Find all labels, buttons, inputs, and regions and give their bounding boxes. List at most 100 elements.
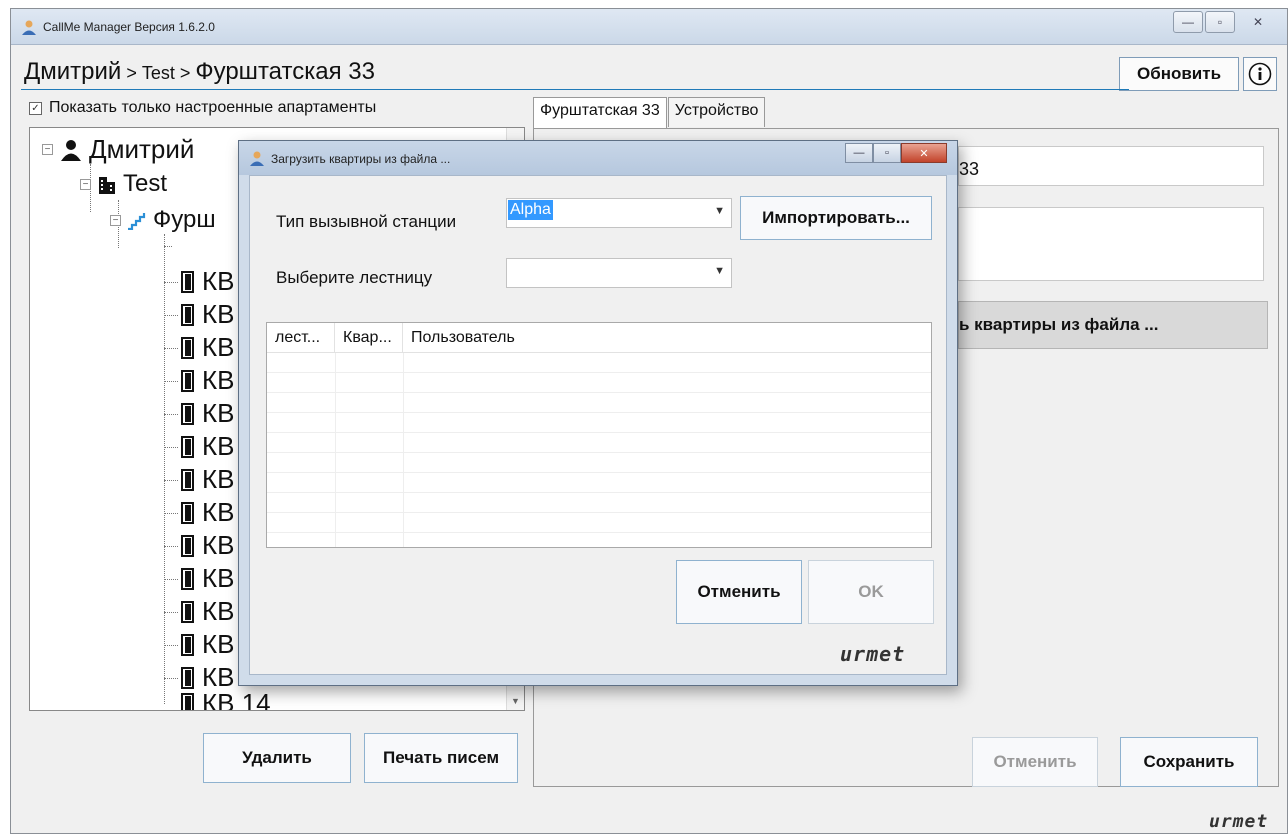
tree-node-label: КВ — [202, 497, 235, 527]
urmet-logo: urmet — [1209, 811, 1269, 832]
table-row — [267, 513, 931, 533]
maximize-button[interactable]: ▫ — [1205, 11, 1235, 33]
tree-node-apartment[interactable]: КВ — [180, 596, 235, 627]
tree-node-label: КВ — [202, 431, 235, 461]
tree-node-label: Test — [123, 170, 168, 197]
dialog-ok-button[interactable]: OK — [808, 560, 934, 624]
tab-staircase[interactable]: Фурштатская 33 — [533, 97, 667, 129]
print-letters-button[interactable]: Печать писем — [364, 733, 518, 783]
dialog-close-button[interactable]: ✕ — [901, 143, 947, 163]
staircase-description-field[interactable] — [958, 207, 1264, 281]
table-row — [267, 393, 931, 413]
refresh-button[interactable]: Обновить — [1119, 57, 1239, 91]
staircase-name-field[interactable]: 33 — [958, 146, 1264, 186]
tree-node-apartment[interactable]: КВ — [180, 398, 235, 429]
tree-node-label: КВ — [202, 332, 235, 362]
collapse-icon[interactable]: − — [42, 144, 53, 155]
door-icon — [181, 468, 194, 491]
column-header-user[interactable]: Пользователь — [403, 323, 931, 352]
column-header-apartment[interactable]: Квар... — [335, 323, 403, 352]
save-button[interactable]: Сохранить — [1120, 737, 1258, 787]
info-button[interactable] — [1243, 57, 1277, 91]
tree-node-apartment[interactable]: КВ — [180, 332, 235, 363]
show-configured-only-checkbox[interactable]: ✓ Показать только настроенные апартамент… — [29, 99, 376, 117]
tree-node-apartment[interactable]: КВ — [180, 431, 235, 462]
station-type-value: Alpha — [508, 200, 553, 220]
tree-node-label: Фурш — [153, 206, 216, 233]
tree-node-apartment[interactable]: КВ — [180, 464, 235, 495]
tree-node-apartment[interactable]: КВ — [180, 563, 235, 594]
table-row — [267, 373, 931, 393]
title-bar[interactable]: CallMe Manager Версия 1.6.2.0 — ▫ ✕ — [11, 9, 1287, 45]
breadcrumb-separator: > — [121, 63, 142, 83]
apartments-grid[interactable]: лест... Квар... Пользователь — [266, 322, 932, 548]
door-icon — [181, 600, 194, 623]
dialog-maximize-button[interactable]: ▫ — [873, 143, 901, 163]
close-button[interactable]: ✕ — [1237, 11, 1279, 33]
dialog-title-bar[interactable]: Загрузить квартиры из файла ... — ▫ ✕ — [239, 141, 957, 175]
door-icon — [181, 369, 194, 392]
door-icon — [181, 270, 194, 293]
door-icon — [181, 336, 194, 359]
dropdown-arrow-icon[interactable]: ▼ — [714, 205, 725, 217]
table-row — [267, 473, 931, 493]
import-dialog: Загрузить квартиры из файла ... — ▫ ✕ Ти… — [238, 140, 958, 686]
tab-device[interactable]: Устройство — [667, 97, 766, 127]
checkbox-checked-icon[interactable]: ✓ — [29, 101, 42, 115]
cancel-button[interactable]: Отменить — [972, 737, 1098, 787]
staircase-icon — [128, 213, 146, 230]
tree-node-label: КВ — [202, 530, 235, 560]
tree-node-user[interactable]: − Дмитрий — [42, 134, 194, 165]
tree-node-apartment[interactable]: КВ — [180, 266, 235, 297]
tree-node-apartment[interactable]: КВ 14 — [180, 688, 271, 711]
table-row — [267, 433, 931, 453]
door-icon — [181, 534, 194, 557]
door-icon — [181, 501, 194, 524]
staircase-select[interactable]: ▼ — [506, 258, 732, 288]
app-user-icon — [22, 20, 36, 35]
app-user-icon — [250, 151, 264, 166]
tree-node-label: КВ — [202, 266, 235, 296]
dialog-minimize-button[interactable]: — — [845, 143, 873, 163]
tree-node-apartment[interactable]: КВ — [180, 530, 235, 561]
tree-node-label: КВ 14 — [202, 688, 271, 711]
scroll-down-icon[interactable]: ▼ — [507, 692, 524, 710]
dialog-cancel-button[interactable]: Отменить — [676, 560, 802, 624]
dropdown-arrow-icon[interactable]: ▼ — [714, 265, 725, 277]
tree-node-staircase[interactable]: − Фурш — [110, 206, 216, 234]
tree-node-label: КВ — [202, 563, 235, 593]
table-row — [267, 493, 931, 513]
urmet-logo: urmet — [840, 642, 906, 666]
door-icon — [181, 402, 194, 425]
tree-node-apartment[interactable]: КВ — [180, 299, 235, 330]
station-type-select[interactable]: Alpha ▼ — [506, 198, 732, 228]
window-title: CallMe Manager Версия 1.6.2.0 — [43, 20, 215, 34]
person-icon — [61, 139, 81, 161]
import-button[interactable]: Импортировать... — [740, 196, 932, 240]
table-row — [267, 453, 931, 473]
collapse-icon[interactable]: − — [80, 178, 91, 190]
tree-node-label: КВ — [202, 398, 235, 428]
door-icon — [181, 303, 194, 326]
tree-node-apartment[interactable]: КВ — [180, 629, 235, 660]
building-icon — [99, 177, 115, 194]
tree-node-label: КВ — [202, 596, 235, 626]
breadcrumb-separator: > — [174, 63, 196, 83]
show-configured-only-label: Показать только настроенные апартаменты — [49, 99, 377, 116]
table-row — [267, 413, 931, 433]
tree-node-apartment[interactable]: КВ — [180, 365, 235, 396]
delete-button[interactable]: Удалить — [203, 733, 351, 783]
collapse-icon[interactable]: − — [110, 214, 121, 226]
column-header-staircase[interactable]: лест... — [267, 323, 335, 352]
door-icon — [181, 666, 194, 689]
door-icon — [181, 435, 194, 458]
tree-node-label: КВ — [202, 365, 235, 395]
minimize-button[interactable]: — — [1173, 11, 1203, 33]
import-from-file-button[interactable]: ь квартиры из файла ... — [958, 301, 1268, 349]
staircase-select-label: Выберите лестницу — [276, 268, 433, 287]
tree-node-building[interactable]: − Test — [80, 170, 167, 198]
tree-node-apartment[interactable]: КВ — [180, 497, 235, 528]
breadcrumb-user: Дмитрий — [24, 58, 122, 85]
dialog-body: Тип вызывной станции Alpha ▼ Импортирова… — [249, 175, 947, 675]
tree-node-label: КВ — [202, 629, 235, 659]
